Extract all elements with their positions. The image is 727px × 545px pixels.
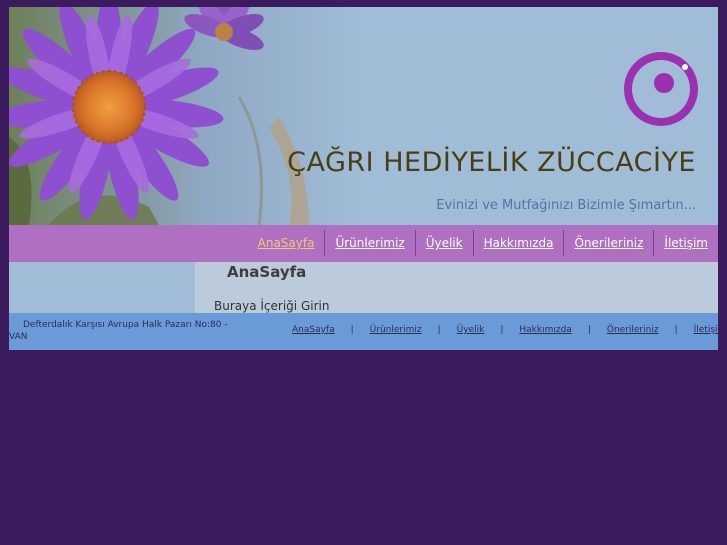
footer-link-anasayfa[interactable]: AnaSayfa bbox=[292, 325, 335, 335]
header-banner: ÇAĞRI HEDİYELİK ZÜCCACİYE Evinizi ve Mut… bbox=[9, 7, 718, 225]
sidebar bbox=[9, 262, 195, 313]
site-slogan: Evinizi ve Mutfağınızı Bizimle Şımartın.… bbox=[436, 198, 696, 213]
footer-separator: | bbox=[500, 325, 504, 335]
site-title: ÇAĞRI HEDİYELİK ZÜCCACİYE bbox=[287, 147, 696, 178]
nav-item-onerileriniz[interactable]: Önerileriniz bbox=[563, 230, 653, 256]
footer-links: AnaSayfa | Ürünlerimiz | Üyelik | Hakkım… bbox=[292, 325, 718, 335]
footer-separator: | bbox=[587, 325, 591, 335]
nav-list: AnaSayfa Ürünlerimiz Üyelik Hakkımızda Ö… bbox=[248, 230, 718, 256]
nav-item-hakkimizda[interactable]: Hakkımızda bbox=[472, 230, 564, 256]
footer-link-iletisim[interactable]: İletişim bbox=[694, 325, 718, 335]
page-title: AnaSayfa bbox=[227, 263, 307, 281]
content-area: AnaSayfa Buraya İçeriği Girin bbox=[9, 262, 718, 313]
footer: Defterdalık Karşısı Avrupa Halk Pazarı N… bbox=[9, 313, 718, 350]
footer-separator: | bbox=[350, 325, 354, 335]
nav-item-iletisim[interactable]: İletişim bbox=[653, 230, 718, 256]
footer-link-uyelik[interactable]: Üyelik bbox=[457, 325, 485, 335]
nav-item-anasayfa[interactable]: AnaSayfa bbox=[248, 230, 325, 256]
page-container: ÇAĞRI HEDİYELİK ZÜCCACİYE Evinizi ve Mut… bbox=[9, 7, 718, 350]
footer-link-hakkimizda[interactable]: Hakkımızda bbox=[519, 325, 571, 335]
purple-aster-flower-icon bbox=[9, 7, 718, 225]
footer-link-onerileriniz[interactable]: Önerileriniz bbox=[607, 325, 659, 335]
footer-address: Defterdalık Karşısı Avrupa Halk Pazarı N… bbox=[9, 320, 228, 342]
nav-item-uyelik[interactable]: Üyelik bbox=[414, 230, 473, 256]
footer-separator: | bbox=[437, 325, 441, 335]
nav-item-urunlerimiz[interactable]: Ürünlerimiz bbox=[324, 230, 414, 256]
page-body-text: Buraya İçeriği Girin bbox=[214, 299, 330, 313]
main-nav: AnaSayfa Ürünlerimiz Üyelik Hakkımızda Ö… bbox=[9, 225, 718, 262]
circle-eye-logo-icon bbox=[624, 52, 698, 126]
footer-link-urunlerimiz[interactable]: Ürünlerimiz bbox=[370, 325, 422, 335]
footer-separator: | bbox=[674, 325, 678, 335]
